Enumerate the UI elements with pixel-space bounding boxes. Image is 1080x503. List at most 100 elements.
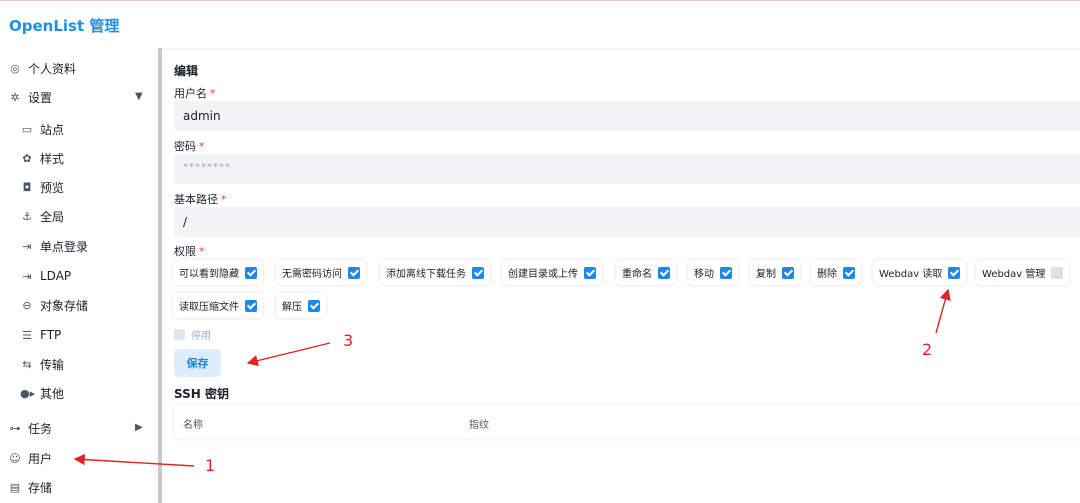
permission-label: 删除 — [817, 269, 837, 280]
server-icon: ☰ — [22, 328, 32, 342]
checkbox-checked-icon[interactable] — [948, 266, 961, 279]
sidebar-item-preview[interactable]: ◘ 预览 — [20, 177, 64, 197]
checkbox-checked-icon[interactable] — [843, 266, 855, 279]
checkbox-unchecked-icon[interactable] — [174, 329, 185, 340]
top-header: OpenList 管理 — [0, 0, 1080, 48]
app-title[interactable]: OpenList 管理 — [9, 15, 119, 36]
sidebar-item-label: 任务 — [28, 421, 53, 436]
permission-see-hidden[interactable]: 可以看到隐藏 — [173, 260, 263, 285]
disable-toggle[interactable]: 停用 — [174, 327, 211, 342]
permission-label: Webdav 读取 — [879, 269, 943, 280]
permission-label: 复制 — [756, 269, 776, 280]
permission-webdav-manage[interactable]: Webdav 管理 — [976, 260, 1070, 285]
sidebar-item-object-storage[interactable]: ⊖ 对象存储 — [20, 295, 88, 315]
permission-decompress[interactable]: 解压 — [276, 293, 326, 318]
login-icon: ⇥ — [22, 239, 32, 253]
password-label: 密码 * — [174, 138, 205, 154]
checkbox-checked-icon[interactable] — [348, 266, 360, 279]
fingerprint-icon: ◎ — [10, 61, 20, 75]
permission-mkdir-upload[interactable]: 创建目录或上传 — [502, 260, 602, 285]
sidebar-item-site[interactable]: ▭ 站点 — [20, 119, 64, 139]
sidebar-item-label: 传输 — [40, 357, 65, 372]
permission-label: 解压 — [282, 302, 302, 313]
password-placeholder: ******** — [183, 162, 231, 173]
permission-rename[interactable]: 重命名 — [616, 260, 676, 285]
sidebar-item-ftp[interactable]: ☰ FTP — [20, 325, 61, 345]
sidebar-item-label: 个人资料 — [28, 61, 77, 76]
username-label: 用户名 * — [174, 85, 216, 101]
checkbox-checked-icon[interactable] — [245, 299, 257, 312]
required-mark: * — [221, 193, 227, 206]
sidebar-item-label: 预览 — [40, 180, 65, 195]
checkbox-checked-icon[interactable] — [720, 266, 732, 279]
sidebar-item-tasks[interactable]: ⊶ 任务 — [8, 418, 53, 438]
sidebar-item-label: 设置 — [28, 90, 53, 105]
annotation-number-2: 2 — [922, 340, 933, 359]
sidebar-item-style[interactable]: ✿ 样式 — [20, 148, 64, 168]
sidebar-item-label: LDAP — [40, 269, 72, 283]
anchor-icon: ⚓ — [22, 209, 32, 223]
username-label-text: 用户名 — [174, 87, 207, 100]
sidebar-item-ldap[interactable]: ⇥ LDAP — [20, 266, 71, 286]
permission-label: 添加离线下载任务 — [386, 269, 466, 280]
permission-copy[interactable]: 复制 — [750, 260, 800, 285]
permission-delete[interactable]: 删除 — [811, 260, 861, 285]
permissions-label: 权限 * — [174, 243, 205, 259]
sidebar-item-profile[interactable]: ◎ 个人资料 — [8, 58, 76, 78]
permission-label: 读取压缩文件 — [179, 302, 239, 313]
chevron-right-icon[interactable]: ▶ — [135, 422, 143, 433]
permissions-label-text: 权限 — [174, 245, 196, 258]
username-field[interactable]: admin — [174, 101, 1080, 131]
camera-icon: ◘ — [22, 180, 32, 194]
permission-label: 重命名 — [622, 269, 652, 280]
sidebar-item-storage[interactable]: ▤ 存储 — [8, 477, 52, 497]
ssh-keys-table: 名称 指纹 — [174, 405, 1080, 439]
sidebar-item-settings[interactable]: ✲ 设置 — [8, 87, 52, 107]
permission-webdav-read[interactable]: Webdav 读取 — [873, 260, 967, 285]
base-path-field[interactable]: / — [174, 207, 1080, 237]
sidebar-item-label: 站点 — [40, 122, 65, 137]
page-title: 编辑 — [174, 64, 199, 78]
checkbox-checked-icon[interactable] — [658, 266, 670, 279]
task-icon: ⊶ — [9, 421, 21, 435]
checkbox-checked-icon[interactable] — [472, 266, 484, 279]
password-label-text: 密码 — [174, 140, 196, 153]
permission-label: 可以看到隐藏 — [179, 269, 239, 280]
sidebar-item-label: 对象存储 — [40, 298, 89, 313]
sidebar-item-sso[interactable]: ⇥ 单点登录 — [20, 236, 88, 256]
checkbox-checked-icon[interactable] — [782, 266, 794, 279]
sidebar-item-label: FTP — [40, 328, 62, 342]
chevron-down-icon[interactable]: ▼ — [135, 91, 143, 102]
base-path-value: / — [183, 215, 188, 229]
ssh-keys-title: SSH 密钥 — [174, 387, 229, 401]
permission-offline-download[interactable]: 添加离线下载任务 — [380, 260, 490, 285]
sidebar-item-label: 其他 — [40, 386, 65, 401]
permission-move[interactable]: 移动 — [688, 260, 738, 285]
base-path-label-text: 基本路径 — [174, 193, 218, 206]
checkbox-checked-icon[interactable] — [245, 266, 257, 279]
sidebar-item-transfer[interactable]: ⇆ 传输 — [20, 354, 64, 374]
annotation-number-1: 1 — [205, 456, 216, 475]
save-button[interactable]: 保存 — [174, 349, 221, 377]
permission-label: Webdav 管理 — [982, 269, 1046, 280]
permission-label: 创建目录或上传 — [508, 269, 578, 280]
bucket-icon: ⊖ — [22, 298, 32, 312]
sidebar-item-other[interactable]: ●▸ 其他 — [20, 383, 64, 403]
permission-label: 无需密码访问 — [282, 269, 342, 280]
transfer-icon: ⇆ — [22, 357, 32, 371]
base-path-label: 基本路径 * — [174, 191, 227, 207]
checkbox-checked-icon[interactable] — [584, 266, 596, 279]
login-icon: ⇥ — [22, 269, 32, 283]
password-field[interactable]: ******** — [174, 154, 1080, 184]
annotation-number-3: 3 — [343, 331, 354, 350]
permission-no-password[interactable]: 无需密码访问 — [276, 260, 366, 285]
sidebar-item-label: 存储 — [28, 480, 53, 495]
gear-icon: ✲ — [10, 90, 20, 104]
checkbox-unchecked-icon[interactable] — [1051, 266, 1064, 279]
main-content: 编辑 用户名 * admin 密码 * ******** 基本路径 * / 权限 * 可… — [162, 48, 1080, 503]
dots-icon: ●▸ — [20, 386, 36, 400]
checkbox-checked-icon[interactable] — [308, 299, 320, 312]
sidebar-item-global[interactable]: ⚓ 全局 — [20, 206, 64, 226]
sidebar-item-users[interactable]: ☺ 用户 — [8, 448, 52, 468]
permission-read-archives[interactable]: 读取压缩文件 — [173, 293, 263, 318]
